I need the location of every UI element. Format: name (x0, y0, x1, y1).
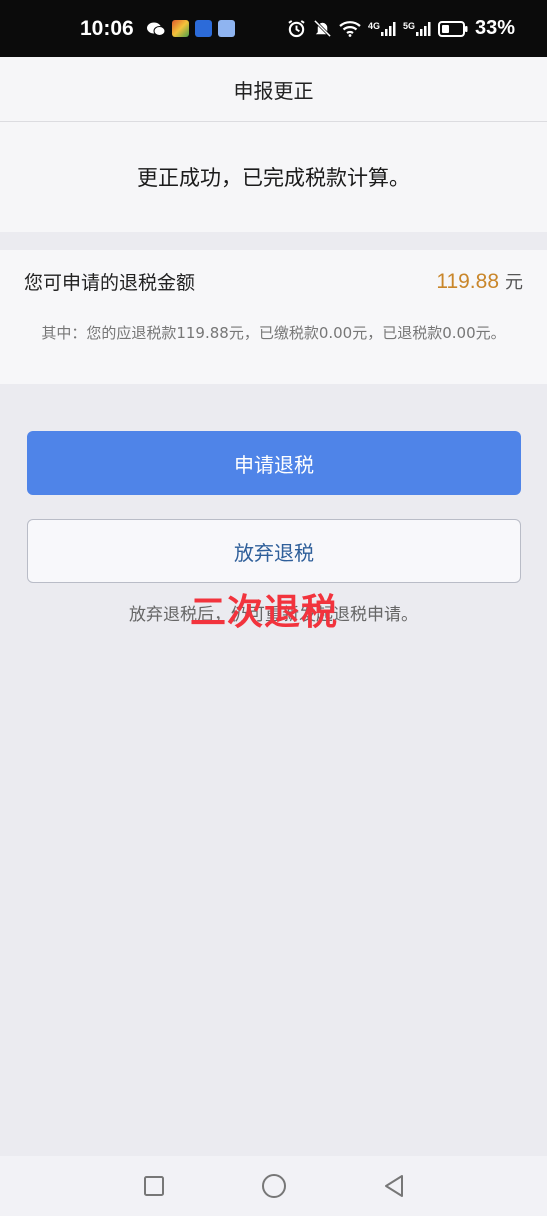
page-title: 申报更正 (233, 78, 314, 103)
battery-icon (437, 20, 468, 37)
abandon-refund-button[interactable]: 放弃退税 (27, 519, 521, 583)
refund-amount-row: 您可申请的退税金额 119.88 元 (24, 266, 523, 296)
refund-amount-group: 119.88 元 (436, 268, 523, 294)
refund-label: 您可申请的退税金额 (24, 271, 196, 294)
wechat-icon (146, 21, 166, 37)
system-nav-bar (0, 1156, 547, 1216)
wifi-icon (339, 20, 361, 37)
blue-app-icon (194, 20, 212, 37)
back-icon[interactable] (379, 1171, 409, 1201)
recents-icon[interactable] (139, 1171, 169, 1201)
refund-detail: 其中：您的应退税款119.88元，已缴税款0.00元，已退税款0.00元。 (41, 324, 506, 342)
music-app-icon (217, 20, 235, 37)
status-time: 10:06 (80, 16, 134, 40)
home-icon[interactable] (259, 1171, 289, 1201)
signal-5g-icon: 5G (403, 21, 431, 37)
apply-refund-button[interactable]: 申请退税 (27, 431, 521, 495)
refund-amount: 119.88 (436, 270, 499, 293)
refund-unit: 元 (505, 272, 523, 293)
refund-card: 您可申请的退税金额 119.88 元 其中：您的应退税款119.88元，已缴税款… (0, 250, 547, 384)
header: 申报更正 (0, 57, 547, 122)
game-app-icon (171, 20, 189, 37)
success-message: 更正成功，已完成税款计算。 (137, 166, 410, 190)
success-card: 更正成功，已完成税款计算。 (0, 122, 547, 232)
signal-4g-icon: 4G (368, 21, 396, 37)
watermark-overlay: 二次退税 (190, 592, 339, 633)
battery-percent: 33% (474, 17, 515, 39)
alarm-icon (287, 19, 306, 38)
status-bar: 10:06 4G 5G 33% (0, 0, 547, 57)
mute-bell-icon (313, 19, 332, 38)
